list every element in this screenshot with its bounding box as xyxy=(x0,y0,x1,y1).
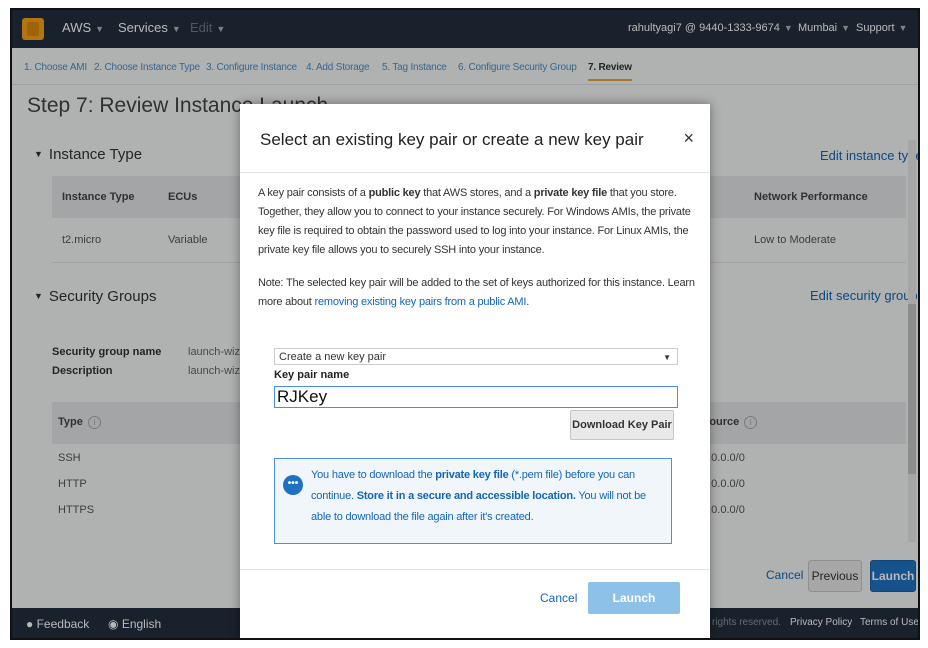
browser-frame: AWS ▼ Services ▼ Edit ▼ rahultyagi7 @ 9440-… xyxy=(10,8,920,640)
close-icon[interactable]: × xyxy=(683,128,694,149)
download-warning-box: ••• You have to download the private key… xyxy=(274,458,672,544)
key-pair-explanation: A key pair consists of a public key that… xyxy=(258,184,698,260)
text-run: You have to download the xyxy=(311,469,436,481)
dialog-cancel-button[interactable]: Cancel xyxy=(540,591,577,605)
dialog-title: Select an existing key pair or create a … xyxy=(260,130,644,149)
text-run: A key pair consists of a xyxy=(258,187,369,199)
text-run-bold: public key xyxy=(368,187,421,199)
download-warning-text: You have to download the private key fil… xyxy=(311,465,665,528)
text-run-bold: private key file xyxy=(533,187,608,199)
removing-key-pairs-link[interactable]: removing existing key pairs from a publi… xyxy=(315,296,527,308)
text-run: that AWS stores, and a xyxy=(420,187,534,199)
text-run: . xyxy=(526,296,530,308)
divider xyxy=(240,569,710,570)
dropdown-arrow-icon: ▼ xyxy=(663,353,671,362)
key-pair-name-label: Key pair name xyxy=(274,369,350,381)
launch-instances-button[interactable]: Launch Instances xyxy=(588,582,680,637)
key-pair-name-input[interactable] xyxy=(274,386,678,408)
key-pair-note: Note: The selected key pair will be adde… xyxy=(258,274,698,312)
select-value: Create a new key pair xyxy=(279,351,386,363)
download-key-pair-button[interactable]: Download Key Pair xyxy=(570,410,674,440)
info-chat-icon: ••• xyxy=(283,475,303,495)
dialog-body: A key pair consists of a public key that… xyxy=(258,184,698,312)
text-run-bold: private key file xyxy=(435,469,509,481)
key-pair-dialog: Select an existing key pair or create a … xyxy=(240,104,710,638)
text-run-bold: Store it in a secure and accessible loca… xyxy=(356,490,576,502)
divider xyxy=(240,172,710,173)
key-pair-option-select[interactable]: Create a new key pair ▼ xyxy=(274,348,678,365)
